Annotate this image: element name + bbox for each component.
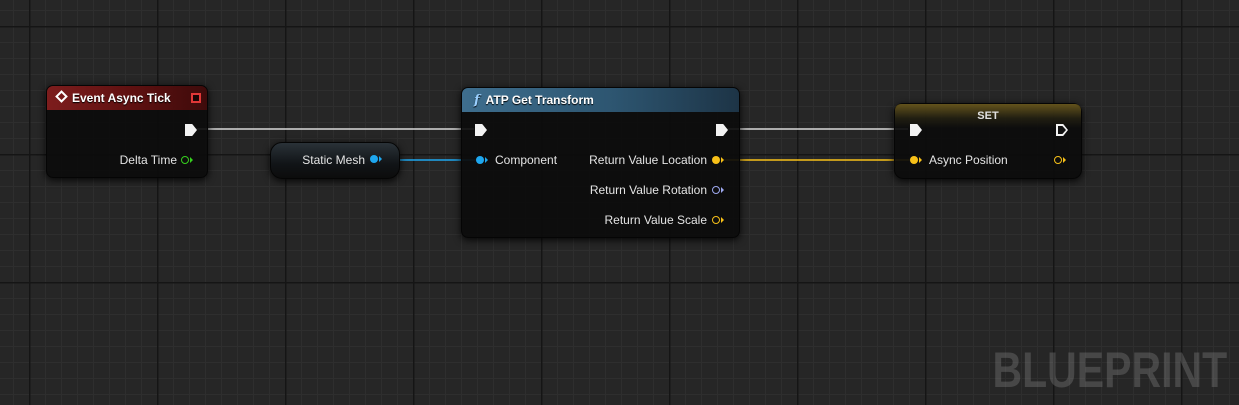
return-rotation-pin[interactable] <box>712 186 720 194</box>
return-scale-label: Return Value Scale <box>604 213 707 227</box>
async-position-label: Async Position <box>929 153 1008 167</box>
breakpoint-stop-icon <box>191 93 201 103</box>
component-label: Component <box>495 153 558 167</box>
exec-input-pin[interactable] <box>475 124 487 136</box>
set-header[interactable]: SET <box>895 104 1081 128</box>
event-async-tick-node[interactable]: Event Async Tick Delta Time <box>46 85 208 178</box>
event-async-tick-title: Event Async Tick <box>72 91 171 105</box>
event-async-tick-header[interactable]: Event Async Tick <box>47 86 207 110</box>
async-position-output-arrow-icon <box>1063 157 1066 163</box>
return-scale-pin-arrow-icon <box>721 217 724 223</box>
static-mesh-output-pin[interactable] <box>370 155 378 163</box>
return-location-pin-arrow-icon <box>721 157 724 163</box>
atp-get-transform-title: ATP Get Transform <box>485 93 594 107</box>
event-diamond-icon <box>55 90 68 104</box>
static-mesh-pin-arrow-icon <box>379 156 382 162</box>
set-title: SET <box>977 110 999 122</box>
blueprint-watermark: BLUEPRINT <box>992 342 1227 398</box>
component-pin-arrow-icon <box>485 157 488 163</box>
return-location-label: Return Value Location <box>589 153 707 167</box>
set-variable-node[interactable]: SET Async Position <box>894 103 1082 179</box>
atp-get-transform-header[interactable]: f ATP Get Transform <box>462 88 739 112</box>
async-position-pin-arrow-icon <box>919 157 922 163</box>
atp-get-transform-node[interactable]: f ATP Get Transform Component Return Valu… <box>461 87 740 238</box>
exec-output-pin[interactable] <box>716 124 728 136</box>
static-mesh-variable-node[interactable]: Static Mesh <box>270 142 400 179</box>
return-scale-pin[interactable] <box>712 216 720 224</box>
exec-output-pin[interactable] <box>185 124 197 136</box>
function-icon: f <box>474 93 480 108</box>
delta-time-pin[interactable] <box>181 156 189 164</box>
return-location-pin[interactable] <box>712 156 720 164</box>
static-mesh-label: Static Mesh <box>302 153 365 167</box>
delta-time-pin-arrow-icon <box>190 157 193 163</box>
return-rotation-label: Return Value Rotation <box>589 183 707 197</box>
delta-time-label: Delta Time <box>119 153 177 167</box>
component-input-pin[interactable] <box>476 156 484 164</box>
async-position-output-pin[interactable] <box>1054 156 1062 164</box>
return-rotation-pin-arrow-icon <box>721 187 724 193</box>
async-position-input-pin[interactable] <box>910 156 918 164</box>
